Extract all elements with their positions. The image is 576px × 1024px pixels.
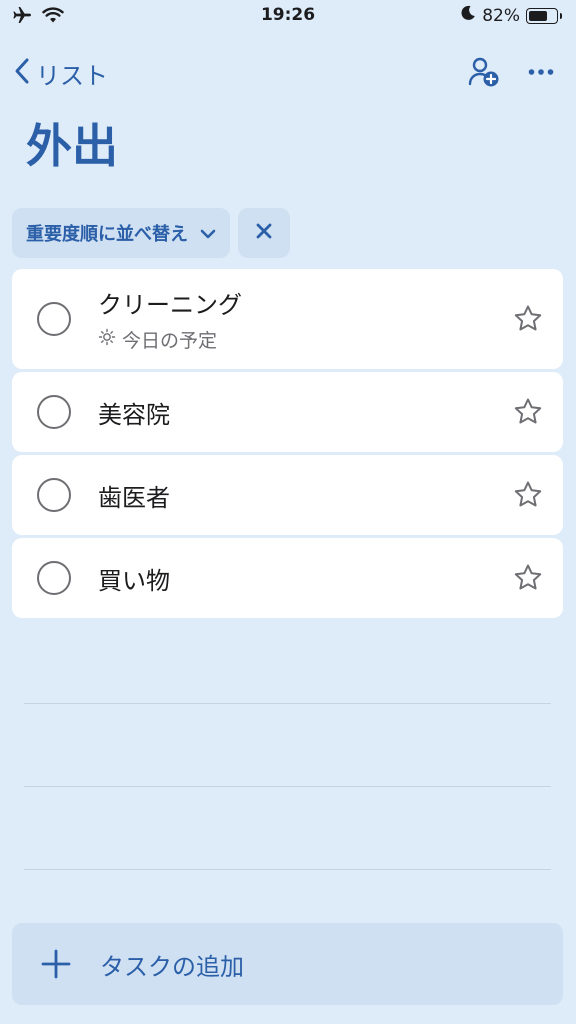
- task-body: 美容院: [98, 395, 563, 430]
- more-icon[interactable]: [528, 68, 554, 76]
- nav-bar: リスト: [0, 54, 576, 94]
- back-button[interactable]: リスト: [14, 56, 108, 91]
- star-icon[interactable]: [513, 397, 543, 427]
- empty-row-divider: [24, 703, 551, 704]
- task-title: 歯医者: [98, 483, 170, 512]
- task-checkbox[interactable]: [37, 302, 71, 336]
- star-icon[interactable]: [513, 563, 543, 593]
- task-checkbox[interactable]: [37, 561, 71, 595]
- task-body: クリーニング 今日の予定: [98, 285, 563, 353]
- task-row[interactable]: クリーニング 今日の予定: [12, 269, 563, 369]
- task-due: 今日の予定: [98, 326, 563, 353]
- status-bar: 19:26 82%: [0, 0, 576, 34]
- battery-percent: 82%: [482, 5, 520, 26]
- task-list: クリーニング 今日の予定 美容院 歯医者 買い物: [12, 269, 563, 618]
- task-body: 買い物: [98, 561, 563, 596]
- nav-actions: [468, 56, 554, 88]
- sun-icon: [98, 328, 116, 351]
- plus-icon: [40, 948, 72, 980]
- empty-row-divider: [24, 786, 551, 787]
- battery-cap: [560, 12, 562, 19]
- close-icon: [256, 223, 272, 243]
- task-title: 美容院: [98, 400, 170, 429]
- moon-icon: [460, 5, 476, 26]
- star-icon[interactable]: [513, 480, 543, 510]
- task-row[interactable]: 買い物: [12, 538, 563, 618]
- task-title: 買い物: [98, 566, 170, 595]
- star-icon[interactable]: [513, 304, 543, 334]
- task-subtitle: 今日の予定: [122, 330, 218, 352]
- sort-bar: 重要度順に並べ替え: [12, 208, 290, 258]
- task-title: クリーニング: [98, 291, 242, 319]
- status-right: 82%: [460, 5, 562, 26]
- back-label: リスト: [36, 62, 108, 90]
- battery-fill: [529, 10, 548, 21]
- task-body: 歯医者: [98, 478, 563, 513]
- chevron-left-icon: [14, 57, 30, 91]
- add-person-icon[interactable]: [468, 56, 500, 88]
- empty-row-divider: [24, 869, 551, 870]
- page-title: 外出: [26, 119, 118, 173]
- task-checkbox[interactable]: [37, 395, 71, 429]
- task-row[interactable]: 歯医者: [12, 455, 563, 535]
- sort-label: 重要度順に並べ替え: [26, 224, 188, 245]
- task-checkbox[interactable]: [37, 478, 71, 512]
- chevron-down-icon: [200, 223, 216, 244]
- clear-sort-button[interactable]: [238, 208, 290, 258]
- add-task-label: タスクの追加: [100, 952, 244, 981]
- sort-button[interactable]: 重要度順に並べ替え: [12, 208, 230, 258]
- add-task-button[interactable]: タスクの追加: [12, 923, 563, 1005]
- battery-icon: [526, 7, 558, 24]
- task-row[interactable]: 美容院: [12, 372, 563, 452]
